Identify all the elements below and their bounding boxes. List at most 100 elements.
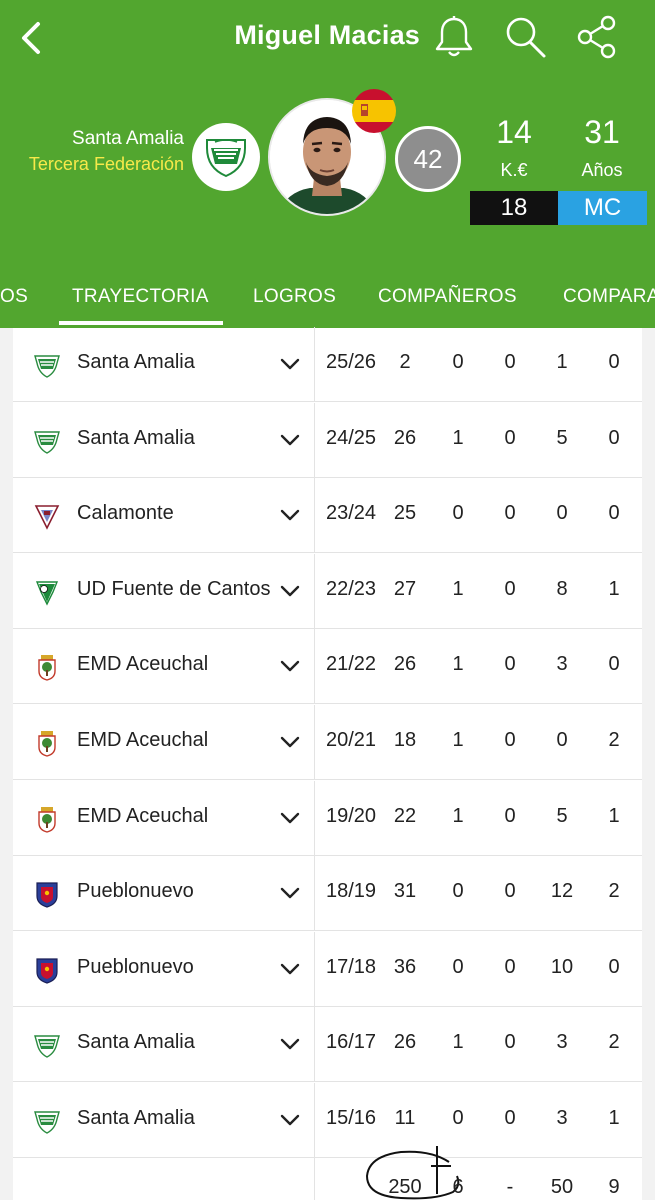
aceuchal-crest-icon [33,729,61,757]
search-icon [506,17,546,58]
stat-col3: 0 [504,351,516,373]
stat-col3: 0 [504,577,516,600]
team-name[interactable]: Calamonte [77,502,174,525]
career-table: Santa Amalia 25/26 2 0 0 1 0 Santa Amalia 24/25 2… [13,327,642,1200]
stat-col2: 1 [452,426,464,449]
tab-trayectoria[interactable]: TRAYECTORIA [72,286,209,308]
stat-col4: 1 [556,351,568,373]
stat-col2: 0 [452,1107,464,1129]
chevron-down-icon[interactable] [279,655,301,677]
pueblonuevo-crest-icon [33,880,61,908]
total-col2: 6 [452,1176,464,1198]
career-row[interactable]: Santa Amalia 16/17 26 1 0 3 2 [13,1007,642,1083]
column-divider [314,478,315,553]
bell-icon [435,16,473,57]
team-name[interactable]: Pueblonuevo [77,880,194,903]
stat-col1: 26 [393,1031,417,1054]
career-row[interactable]: UD Fuente de Cantos 22/23 27 1 0 8 1 [13,553,642,629]
stat-col5: 0 [608,653,620,676]
stat-col3: 0 [504,426,516,449]
team-name[interactable]: Santa Amalia [77,1107,195,1130]
career-row[interactable]: EMD Aceuchal 19/20 22 1 0 5 1 [13,780,642,856]
stat-col2: 0 [452,955,464,978]
column-divider [314,629,315,704]
chevron-down-icon[interactable] [279,429,301,451]
team-name[interactable]: Santa Amalia [77,351,195,374]
career-row[interactable]: Pueblonuevo 17/18 36 0 0 10 0 [13,931,642,1007]
search-button[interactable] [503,14,547,60]
value-badge: 18 [470,191,558,225]
pueblonuevo-crest-icon [33,956,61,984]
aceuchal-crest-icon [33,805,61,833]
tab-companeros[interactable]: COMPAÑEROS [378,286,517,308]
stat-col5: 1 [608,804,620,827]
chevron-down-icon[interactable] [279,882,301,904]
team-name[interactable]: Pueblonuevo [77,956,194,979]
column-divider [314,780,315,855]
stat-col3: 0 [504,880,516,903]
league-name[interactable]: Tercera Federación [20,152,184,176]
tab-partial-left[interactable]: OS [0,286,28,308]
stat-col4: 0 [556,502,568,525]
tab-comparar[interactable]: COMPARA [563,286,655,308]
stat-col1: 27 [393,577,417,600]
team-name[interactable]: UD Fuente de Cantos [77,578,270,601]
share-button[interactable] [575,14,619,60]
stat-col2: 0 [452,502,464,525]
position-badge: MC [558,191,647,225]
stat-col5: 0 [608,426,620,449]
stat-col4: 3 [556,653,568,676]
column-divider [314,1146,315,1200]
career-row[interactable]: Santa Amalia 24/25 26 1 0 5 0 [13,402,642,478]
career-row[interactable]: EMD Aceuchal 20/21 18 1 0 0 2 [13,705,642,780]
club-name[interactable]: Santa Amalia [20,128,184,150]
team-name[interactable]: EMD Aceuchal [77,729,208,752]
team-name[interactable]: EMD Aceuchal [77,653,208,676]
tab-logros[interactable]: LOGROS [253,286,336,308]
stat-col3: 0 [504,729,516,751]
career-row[interactable]: EMD Aceuchal 21/22 26 1 0 3 0 [13,629,642,705]
notifications-button[interactable] [432,14,476,60]
career-row[interactable]: Santa Amalia 25/26 2 0 0 1 0 [13,327,642,402]
stat-col5: 2 [608,729,620,751]
column-divider [314,856,315,931]
aceuchal-crest-icon [33,653,61,682]
chevron-down-icon[interactable] [279,1033,301,1055]
back-button[interactable] [14,18,50,58]
team-name[interactable]: Santa Amalia [77,1031,195,1054]
player-header: Miguel Macias Santa Amalia Tercera Feder… [0,0,655,328]
stat-col1: 11 [394,1107,416,1129]
chevron-down-icon[interactable] [279,958,301,980]
spain-flag-icon [352,89,396,133]
column-divider [314,327,315,401]
player-rating-badge: 42 [395,126,461,192]
stat-col5: 0 [608,351,620,373]
stat-col1: 31 [393,880,417,903]
column-divider [314,553,315,628]
stat-col2: 0 [452,880,464,903]
chevron-down-icon[interactable] [279,353,301,375]
team-name[interactable]: EMD Aceuchal [77,805,208,828]
chevron-down-icon[interactable] [279,504,301,526]
career-row[interactable]: Pueblonuevo 18/19 31 0 0 12 2 [13,856,642,932]
stat-col1: 22 [393,804,417,827]
stat-col1: 2 [399,351,411,373]
stat-col2: 1 [452,653,464,676]
column-divider [314,402,315,477]
column-divider [314,705,315,779]
stat-col4: 3 [556,1107,568,1129]
chevron-down-icon[interactable] [279,580,301,602]
team-name[interactable]: Santa Amalia [77,427,195,450]
stat-col4: 0 [556,729,568,751]
stat-col4: 5 [556,426,568,449]
chevron-down-icon[interactable] [279,807,301,829]
stat-col2: 1 [452,804,464,827]
stat-col4: 10 [550,955,574,978]
career-row[interactable]: Calamonte 23/24 25 0 0 0 0 [13,478,642,554]
stat-col5: 0 [608,502,620,525]
club-badge[interactable] [192,123,260,191]
chevron-down-icon[interactable] [279,1109,301,1131]
chevron-down-icon[interactable] [279,731,301,753]
stat-col4: 12 [550,880,574,903]
column-divider [314,931,315,1006]
